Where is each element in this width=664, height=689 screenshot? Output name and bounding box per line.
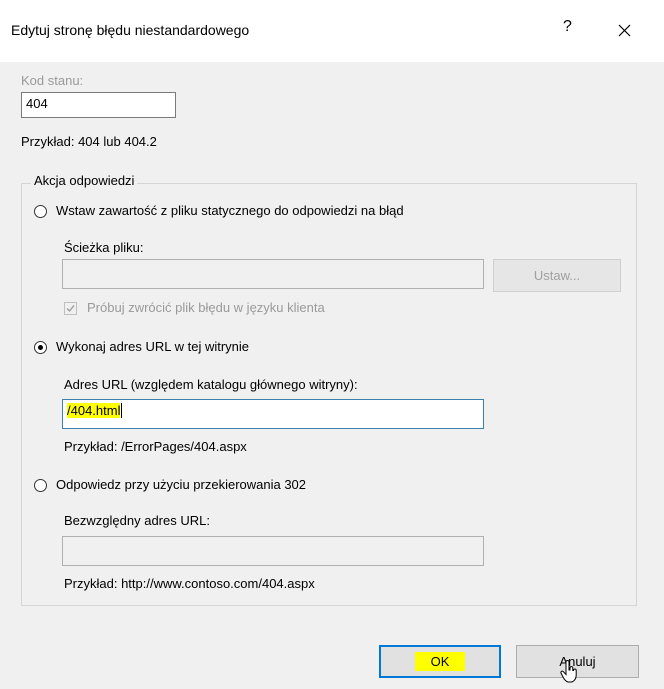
radio-redirect-302-label[interactable]: Odpowiedz przy użyciu przekierowania 302 — [56, 477, 306, 492]
radio-execute-url[interactable] — [34, 341, 47, 354]
status-code-value: 404 — [26, 96, 48, 111]
localized-error-checkbox-label[interactable]: Próbuj zwrócić plik błędu w języku klien… — [87, 300, 325, 315]
radio-selected-dot — [38, 345, 43, 350]
radio-execute-url-label[interactable]: Wykonaj adres URL w tej witrynie — [56, 339, 249, 354]
set-path-button-label: Ustaw... — [533, 268, 581, 283]
relative-url-value: /404.html — [67, 403, 121, 418]
status-code-input[interactable]: 404 — [21, 92, 176, 118]
relative-url-label: Adres URL (względem katalogu głównego wi… — [64, 377, 358, 392]
dialog-title: Edytuj stronę błędu niestandardowego — [11, 22, 250, 38]
close-button[interactable] — [610, 15, 640, 45]
help-button[interactable]: ? — [563, 18, 572, 36]
absolute-url-label: Bezwzględny adres URL: — [64, 513, 210, 528]
file-path-input[interactable] — [62, 259, 484, 289]
title-bar: Edytuj stronę błędu niestandardowego ? — [0, 0, 664, 62]
radio-redirect-302[interactable] — [34, 479, 47, 492]
hand-cursor-icon — [560, 660, 577, 683]
status-code-example: Przykład: 404 lub 404.2 — [21, 134, 157, 149]
checkmark-icon — [66, 305, 75, 313]
ok-button[interactable]: OK — [379, 645, 501, 678]
absolute-url-input[interactable] — [62, 536, 484, 566]
radio-static-file[interactable] — [34, 205, 47, 218]
localized-error-checkbox[interactable] — [64, 302, 77, 315]
file-path-label: Ścieżka pliku: — [64, 240, 144, 255]
set-path-button[interactable]: Ustaw... — [493, 259, 621, 292]
ok-button-label: OK — [414, 652, 466, 671]
response-action-legend: Akcja odpowiedzi — [31, 173, 138, 188]
relative-url-input[interactable]: /404.html — [62, 399, 484, 429]
close-icon — [618, 24, 631, 37]
absolute-url-example: Przykład: http://www.contoso.com/404.asp… — [64, 576, 315, 591]
text-caret — [121, 403, 123, 418]
edit-custom-error-dialog: Edytuj stronę błędu niestandardowego ? K… — [0, 0, 664, 689]
relative-url-example: Przykład: /ErrorPages/404.aspx — [64, 439, 247, 454]
status-code-label: Kod stanu: — [21, 73, 84, 88]
radio-static-file-label[interactable]: Wstaw zawartość z pliku statycznego do o… — [56, 203, 404, 218]
